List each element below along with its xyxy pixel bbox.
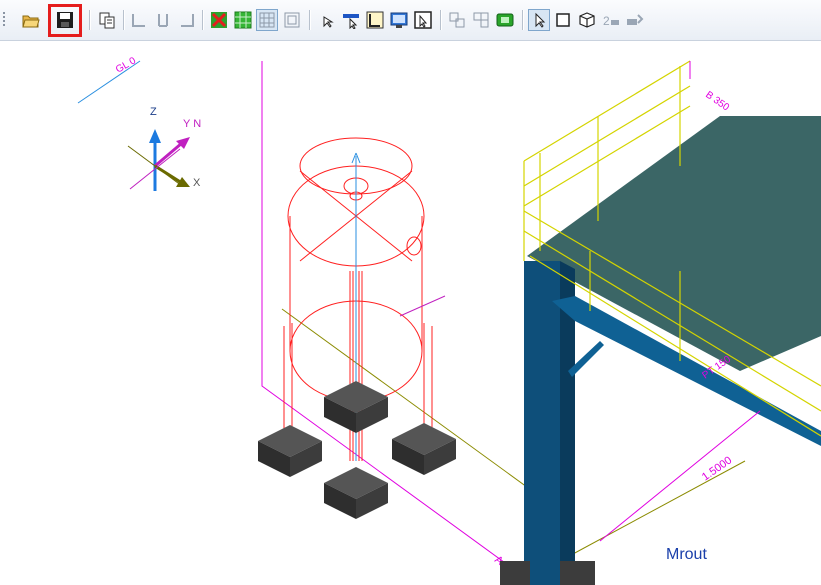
grid-green-icon[interactable] xyxy=(232,9,254,31)
frame-icon[interactable] xyxy=(281,9,303,31)
axis-z-label: Z xyxy=(150,106,157,118)
cube-icon[interactable] xyxy=(576,9,598,31)
axis-y-label: Y N xyxy=(183,118,201,130)
align-right-icon[interactable] xyxy=(176,9,198,31)
select-window-icon[interactable] xyxy=(412,9,434,31)
group-icon[interactable] xyxy=(446,9,468,31)
align-left-icon[interactable] xyxy=(128,9,150,31)
two-tool-icon[interactable]: 2 xyxy=(600,9,622,31)
gl-label: GL 0 xyxy=(114,55,138,75)
3d-scene: GL 0 Z Y N X A 350 xyxy=(77,55,821,585)
view-label: Mrout xyxy=(666,546,707,563)
open-folder-icon[interactable] xyxy=(20,9,42,31)
ungroup-icon[interactable] xyxy=(470,9,492,31)
pointer-box-icon[interactable] xyxy=(364,9,386,31)
axis-triad: Z Y N X xyxy=(127,106,201,191)
green-box-icon[interactable] xyxy=(494,9,516,31)
delete-red-x-icon[interactable] xyxy=(208,9,230,31)
toolbar-grip[interactable] xyxy=(3,12,5,28)
align-center-icon[interactable] xyxy=(152,9,174,31)
dimension-line-a xyxy=(261,61,531,582)
3d-viewport[interactable]: GL 0 Z Y N X A 350 xyxy=(0,41,821,585)
pointer-blue-icon[interactable] xyxy=(340,9,362,31)
monitor-icon[interactable] xyxy=(388,9,410,31)
gridline-olive-a xyxy=(281,308,561,512)
copy-icon[interactable] xyxy=(96,9,118,31)
small-pointer-icon[interactable] xyxy=(316,9,338,31)
b-dim-label: B 350 xyxy=(703,89,731,113)
last-tool-icon[interactable] xyxy=(624,9,646,31)
dim-label: 1.5000 xyxy=(700,454,734,483)
axis-x-label: X xyxy=(193,177,201,189)
main-toolbar: 2 xyxy=(0,0,821,41)
arrow-select-icon[interactable] xyxy=(528,9,550,31)
foundation-blocks[interactable] xyxy=(258,381,456,519)
svg-text:2: 2 xyxy=(603,14,610,28)
save-button-highlight xyxy=(48,4,82,37)
grid-pressed-icon[interactable] xyxy=(256,9,278,31)
square-icon[interactable] xyxy=(552,9,574,31)
